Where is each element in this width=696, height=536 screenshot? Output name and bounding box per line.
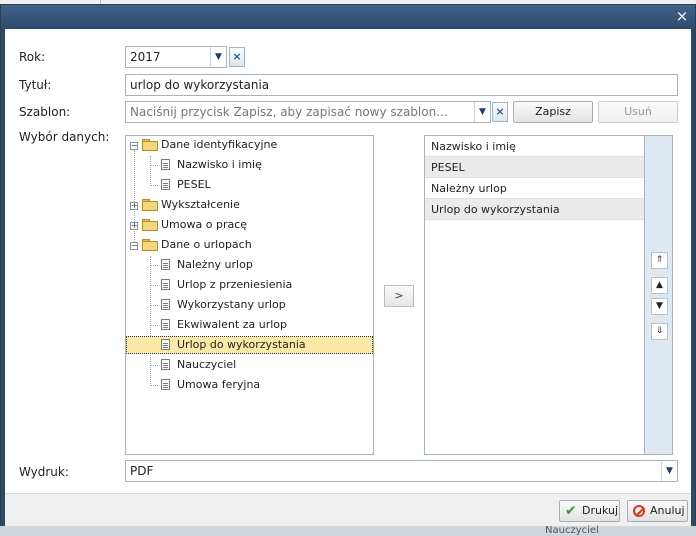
add-to-selection-button[interactable]: >	[384, 285, 414, 307]
background-window-bottom: Nauczyciel	[0, 526, 696, 536]
tree-node-label: Nauczyciel	[177, 358, 237, 371]
order-controls: ⇑ ▲ ▼ ⇓	[645, 135, 673, 455]
print-format-value: PDF	[130, 464, 154, 478]
tree-node-label: Urlop do wykorzystania	[177, 338, 306, 351]
tree-node-label: Umowa o pracę	[161, 218, 248, 231]
title-label: Tytuł:	[19, 78, 52, 92]
chevron-down-icon[interactable]: ▼	[661, 461, 677, 481]
folder-open-icon	[142, 139, 158, 151]
year-value: 2017	[130, 50, 161, 64]
selected-fields-list: Nazwisko i imię PESEL Należny urlop Urlo…	[424, 135, 645, 455]
template-clear-button[interactable]: ×	[492, 102, 508, 122]
print-button-label: Drukuj	[582, 504, 619, 517]
document-icon	[161, 299, 170, 310]
year-field[interactable]: 2017 ▼	[125, 46, 227, 68]
data-selection-label: Wybór danych:	[19, 130, 110, 144]
tree-node-nazwisko-i-imie[interactable]: Nazwisko i imię	[126, 156, 373, 174]
list-item[interactable]: Nazwisko i imię	[425, 136, 644, 157]
tree-node-label: Umowa feryjna	[177, 378, 261, 391]
tree-node-dane-identyfikacyjne[interactable]: − Dane identyfikacyjne	[126, 136, 373, 154]
collapse-icon[interactable]: −	[130, 242, 138, 250]
save-template-button[interactable]: Zapisz	[513, 101, 593, 123]
move-to-bottom-icon[interactable]: ⇓	[651, 323, 668, 340]
document-icon	[161, 259, 170, 270]
tree-node-label: Należny urlop	[177, 258, 253, 271]
background-text: Nauczyciel	[545, 525, 599, 536]
report-dialog: × Rok: 2017 ▼ × Tytuł: urlop do wykorzys…	[0, 4, 696, 528]
tree-node-label: Ekwiwalent za urlop	[177, 318, 287, 331]
title-value: urlop do wykorzystania	[130, 78, 270, 92]
data-tree: − Dane identyfikacyjne Nazwisko i imię P…	[125, 135, 374, 455]
tree-node-dane-o-urlopach[interactable]: − Dane o urlopach	[126, 236, 373, 254]
document-icon	[161, 339, 170, 350]
cancel-button-label: Anuluj	[650, 504, 685, 517]
document-icon	[161, 279, 170, 290]
remove-template-button[interactable]: Usuń	[598, 101, 678, 123]
expand-icon[interactable]: +	[130, 202, 138, 210]
tree-node-wyksztalcenie[interactable]: + Wykształcenie	[126, 196, 373, 214]
tree-node-urlop-z-przeniesienia[interactable]: Urlop z przeniesienia	[126, 276, 373, 294]
folder-icon	[142, 199, 158, 211]
move-down-icon[interactable]: ▼	[651, 298, 668, 315]
document-icon	[161, 319, 170, 330]
tree-node-label: Wykształcenie	[161, 198, 240, 211]
print-format-field[interactable]: PDF ▼	[125, 460, 678, 482]
tree-node-label: Dane o urlopach	[161, 238, 252, 251]
template-placeholder: Naciśnij przycisk Zapisz, aby zapisać no…	[130, 105, 448, 119]
template-field[interactable]: Naciśnij przycisk Zapisz, aby zapisać no…	[125, 101, 491, 123]
tree-node-label: Nazwisko i imię	[177, 158, 262, 171]
tree-node-label: Wykorzystany urlop	[177, 298, 286, 311]
move-up-icon[interactable]: ▲	[651, 277, 668, 294]
tree-node-nalezny-urlop[interactable]: Należny urlop	[126, 256, 373, 274]
template-label: Szablon:	[19, 105, 71, 119]
list-item[interactable]: PESEL	[425, 157, 644, 178]
dialog-footer: ✔ Drukuj Anuluj	[5, 493, 691, 526]
document-icon	[161, 159, 170, 170]
tree-node-wykorzystany-urlop[interactable]: Wykorzystany urlop	[126, 296, 373, 314]
tree-node-nauczyciel[interactable]: Nauczyciel	[126, 356, 373, 374]
dialog-body: Rok: 2017 ▼ × Tytuł: urlop do wykorzysta…	[5, 29, 691, 493]
tree-node-ekwiwalent-za-urlop[interactable]: Ekwiwalent za urlop	[126, 316, 373, 334]
chevron-down-icon[interactable]: ▼	[210, 47, 226, 67]
tree-node-label: PESEL	[177, 178, 211, 191]
chevron-down-icon[interactable]: ▼	[474, 102, 490, 122]
document-icon	[161, 179, 170, 190]
tree-node-umowa-o-prace[interactable]: + Umowa o pracę	[126, 216, 373, 234]
collapse-icon[interactable]: −	[130, 142, 138, 150]
cancel-button[interactable]: Anuluj	[627, 500, 688, 522]
document-icon	[161, 379, 170, 390]
title-field[interactable]: urlop do wykorzystania	[125, 74, 678, 96]
cancel-icon	[633, 505, 645, 517]
folder-icon	[142, 219, 158, 231]
dialog-titlebar: ×	[1, 5, 695, 29]
year-label: Rok:	[19, 50, 46, 64]
print-button[interactable]: ✔ Drukuj	[559, 500, 620, 522]
folder-open-icon	[142, 239, 158, 251]
tree-node-urlop-do-wykorzystania[interactable]: Urlop do wykorzystania	[126, 336, 373, 354]
list-item[interactable]: Należny urlop	[425, 178, 644, 199]
expand-icon[interactable]: +	[130, 222, 138, 230]
tree-node-label: Urlop z przeniesienia	[177, 278, 293, 291]
print-label: Wydruk:	[19, 465, 69, 479]
tree-node-umowa-feryjna[interactable]: Umowa feryjna	[126, 376, 373, 394]
tree-node-pesel[interactable]: PESEL	[126, 176, 373, 194]
tree-node-label: Dane identyfikacyjne	[161, 138, 278, 151]
close-icon[interactable]: ×	[674, 8, 690, 24]
check-icon: ✔	[565, 503, 577, 519]
year-clear-button[interactable]: ×	[229, 47, 245, 67]
document-icon	[161, 359, 170, 370]
list-item[interactable]: Urlop do wykorzystania	[425, 199, 644, 220]
move-to-top-icon[interactable]: ⇑	[651, 252, 668, 269]
